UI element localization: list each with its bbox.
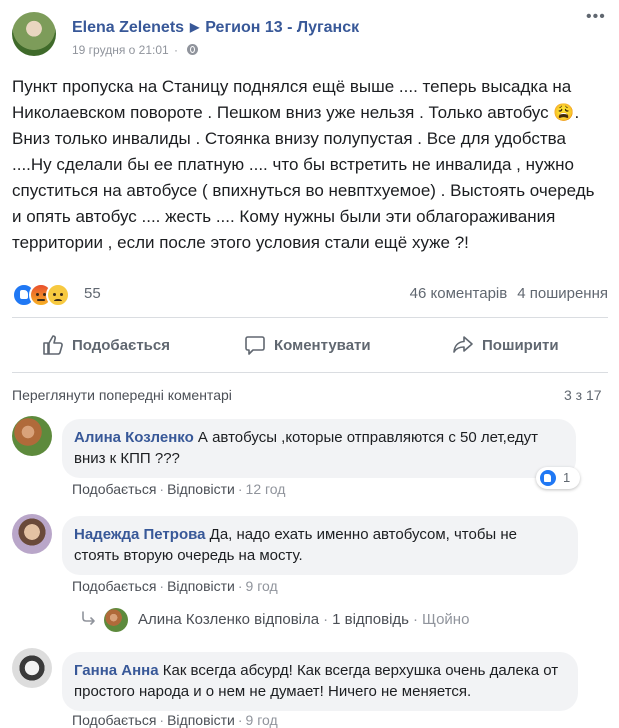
- author-avatar[interactable]: [12, 12, 56, 56]
- comment-icon: [245, 336, 265, 355]
- reply-count[interactable]: 1 відповідь: [332, 611, 409, 628]
- comment-button[interactable]: Коментувати: [244, 330, 371, 360]
- comment-actions: Подобається · Відповісти · 12 год: [72, 481, 286, 497]
- commenter-name[interactable]: Алина Козленко: [74, 429, 194, 446]
- avatar[interactable]: [12, 648, 52, 688]
- reply-author-text[interactable]: Алина Козленко відповіла: [138, 611, 319, 628]
- author-name[interactable]: Elena Zelenets: [72, 19, 184, 36]
- comment-like-link[interactable]: Подобається: [72, 712, 156, 728]
- reply-summary-text: Алина Козленко відповіла · 1 відповідь · Щой…: [138, 611, 470, 628]
- divider: [12, 317, 608, 318]
- comments-count[interactable]: 46 коментарів: [410, 285, 508, 302]
- comment-reply-link[interactable]: Відповісти: [167, 712, 235, 728]
- comment-time[interactable]: 9 год: [246, 712, 278, 728]
- comment-like-link[interactable]: Подобається: [72, 578, 156, 594]
- triangle-right-icon: ▶: [190, 20, 200, 34]
- thumbs-up-icon: [43, 335, 63, 355]
- comment-bubble: Алина Козленко А автобусы ,которые отпра…: [62, 419, 576, 478]
- comment-actions: Подобається · Відповісти · 9 год: [72, 712, 278, 728]
- comment-bubble: Надежда Петрова Да, надо ехать именно ав…: [62, 516, 578, 575]
- reaction-count[interactable]: 55: [84, 285, 101, 302]
- author-line: Elena Zelenets ▶ Регион 13 - Луганск: [72, 19, 359, 37]
- post-meta: 19 грудня о 21:01 ·: [72, 43, 199, 57]
- share-button[interactable]: Поширити: [452, 330, 559, 360]
- comment-reply-link[interactable]: Відповісти: [167, 481, 235, 497]
- post-date[interactable]: 19 грудня о 21:01: [72, 43, 169, 57]
- comment-button-label: Коментувати: [274, 336, 371, 354]
- comment-time[interactable]: 12 год: [246, 481, 286, 497]
- shares-count[interactable]: 4 поширення: [517, 285, 608, 302]
- comment-reply-link[interactable]: Відповісти: [167, 578, 235, 594]
- action-bar: Подобається Коментувати Поширити: [12, 330, 608, 360]
- commenter-name[interactable]: Ганна Анна: [74, 662, 159, 679]
- reply-arrow-icon: [82, 611, 95, 625]
- divider: [12, 372, 608, 373]
- avatar[interactable]: [12, 416, 52, 456]
- globe-icon: [187, 44, 199, 55]
- comment-reaction-count: 1: [563, 470, 571, 485]
- reply-time: Щойно: [422, 611, 470, 628]
- comment-reaction-badge[interactable]: 1: [536, 467, 580, 489]
- comment-like-link[interactable]: Подобається: [72, 481, 156, 497]
- comments-count-indicator: 3 з 17: [564, 387, 602, 403]
- engagement-counts: 46 коментарів 4 поширення: [410, 285, 608, 302]
- view-previous-comments[interactable]: Переглянути попередні коментарі: [12, 387, 232, 403]
- like-icon: [540, 470, 556, 486]
- reactions-summary: 55 46 коментарів 4 поширення: [12, 282, 608, 307]
- like-button[interactable]: Подобається: [42, 330, 170, 360]
- sad-icon[interactable]: [46, 283, 70, 307]
- share-button-label: Поширити: [482, 336, 559, 354]
- avatar: [104, 608, 128, 632]
- post-header: Elena Zelenets ▶ Регион 13 - Луганск 19 гр…: [12, 10, 612, 60]
- avatar[interactable]: [12, 514, 52, 554]
- more-icon[interactable]: •••: [586, 8, 606, 26]
- share-icon: [453, 336, 473, 353]
- group-name[interactable]: Регион 13 - Луганск: [205, 19, 359, 36]
- like-button-label: Подобається: [72, 336, 170, 354]
- commenter-name[interactable]: Надежда Петрова: [74, 526, 205, 543]
- comment-actions: Подобається · Відповісти · 9 год: [72, 578, 278, 594]
- comment-bubble: Ганна Анна Как всегда абсурд! Как всегда…: [62, 652, 578, 711]
- comment-time[interactable]: 9 год: [246, 578, 278, 594]
- post-text: Пункт пропуска на Станицу поднялся ещё в…: [12, 77, 595, 252]
